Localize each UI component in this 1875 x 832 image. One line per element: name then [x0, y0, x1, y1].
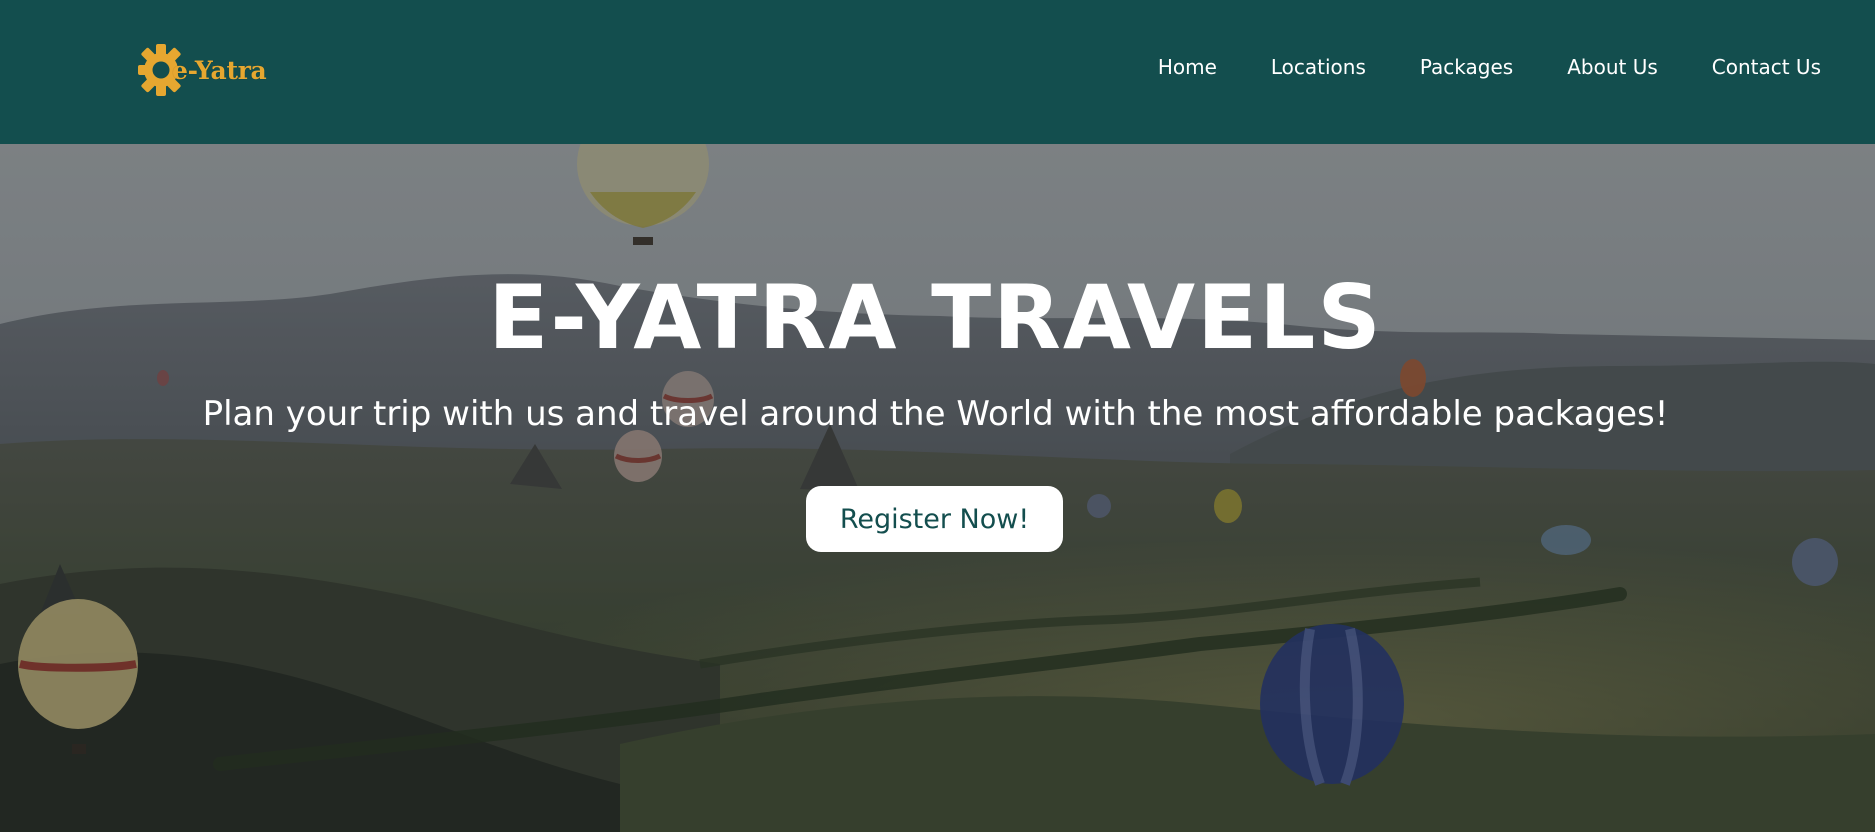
nav-packages[interactable]: Packages — [1420, 55, 1513, 79]
nav-menu: Home Locations Packages About Us Contact… — [1104, 55, 1821, 79]
nav-locations[interactable]: Locations — [1271, 55, 1366, 79]
logo-text: e-Yatra — [172, 55, 267, 85]
hero-section: E-YATRA TRAVELS Plan your trip with us a… — [0, 144, 1875, 832]
register-now-button[interactable]: Register Now! — [806, 486, 1063, 552]
navbar: e-Yatra Home Locations Packages About Us… — [0, 0, 1875, 144]
nav-contact-us[interactable]: Contact Us — [1712, 55, 1821, 79]
hero-title: E-YATRA TRAVELS — [488, 266, 1383, 369]
logo[interactable]: e-Yatra — [138, 40, 267, 100]
hero-subtitle: Plan your trip with us and travel around… — [202, 394, 1669, 434]
nav-home[interactable]: Home — [1158, 55, 1217, 79]
nav-about-us[interactable]: About Us — [1567, 55, 1658, 79]
